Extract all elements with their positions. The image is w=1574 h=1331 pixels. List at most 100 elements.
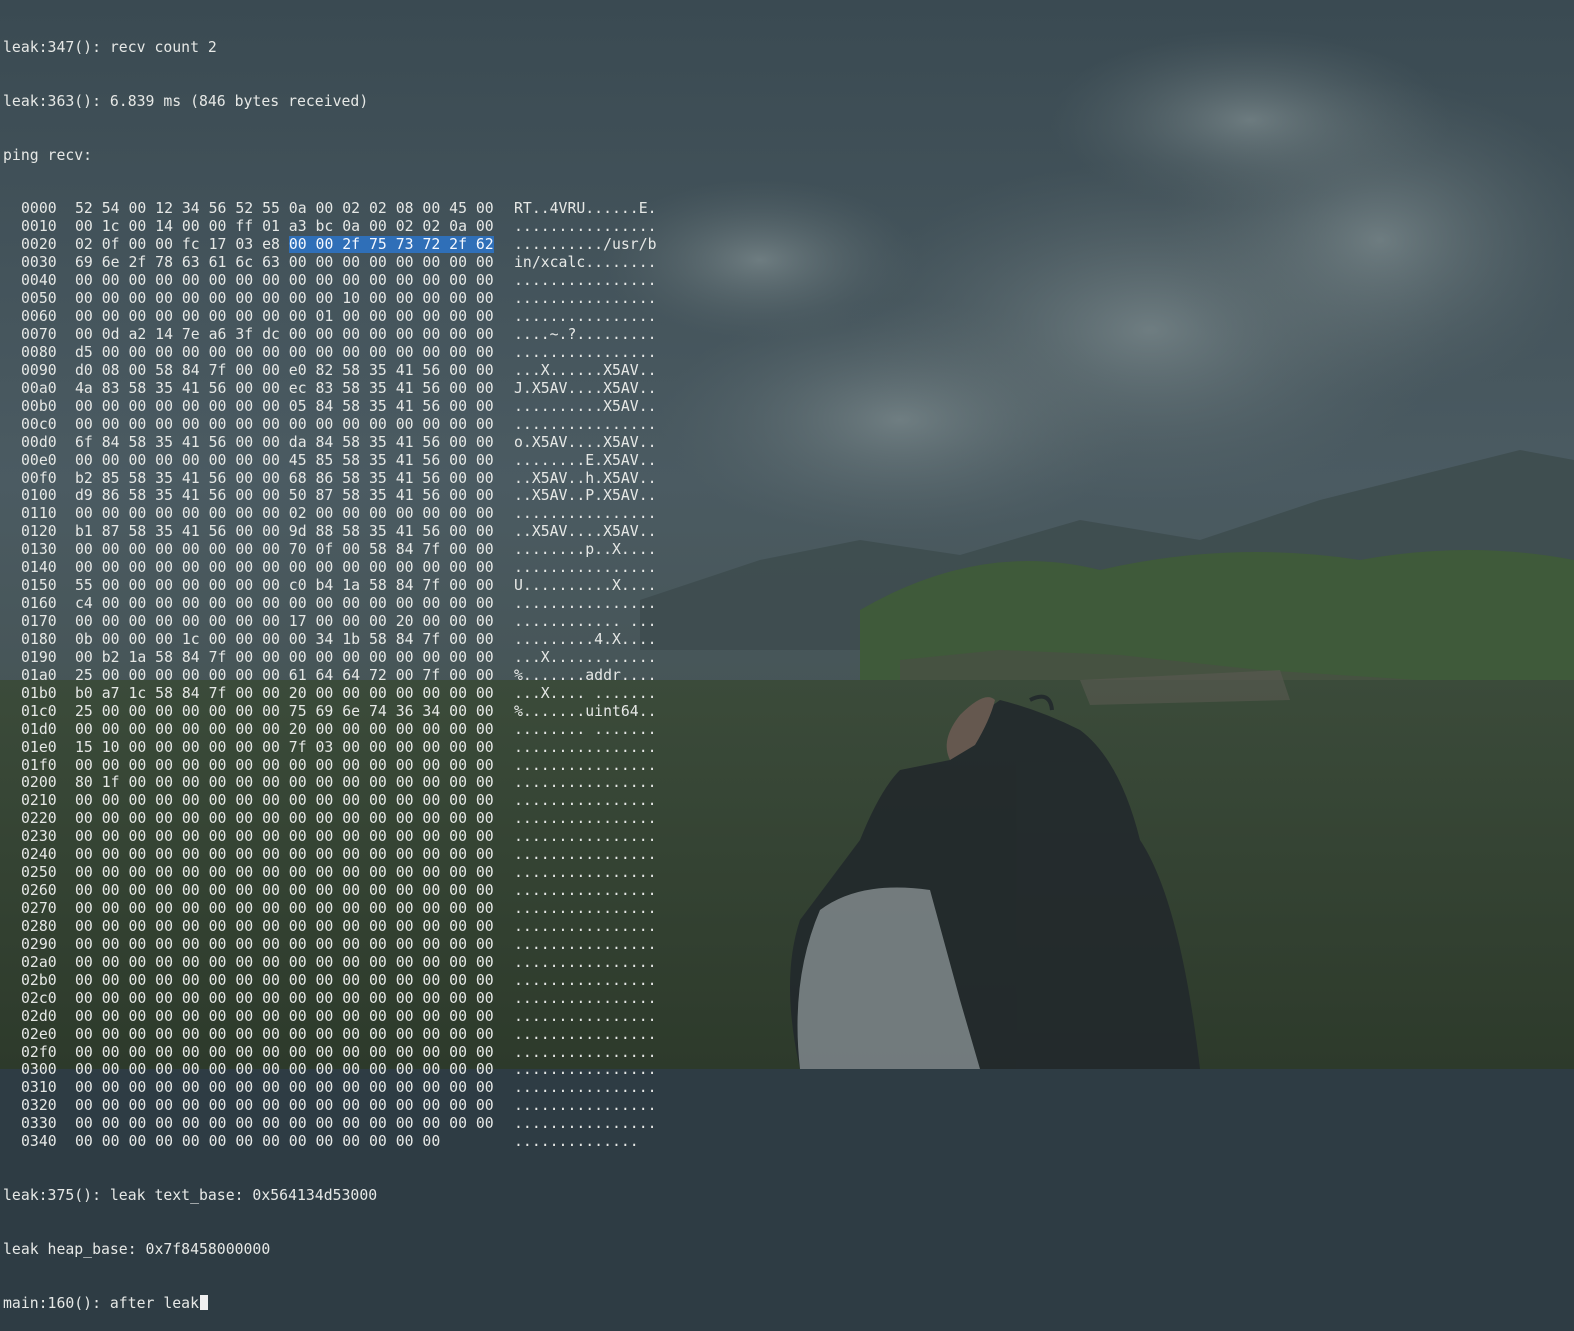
dump-ascii: ................ <box>514 917 657 935</box>
dump-ascii: ................ <box>514 900 657 917</box>
hex-bytes-text: 69 6e 2f 78 63 61 6c 63 00 00 00 00 00 0… <box>75 254 494 272</box>
dump-ascii: ................ <box>514 882 657 900</box>
dump-ascii: ................ <box>514 1043 657 1061</box>
hex-bytes-text: 25 00 00 00 00 00 00 00 61 64 64 72 00 7… <box>75 666 494 684</box>
dump-offset: 0270 <box>21 900 57 917</box>
dump-offset: 0050 <box>21 290 57 308</box>
dump-ascii: ................ <box>514 756 657 774</box>
dump-row: 02f0 00 00 00 00 00 00 00 00 00 00 00 00 … <box>3 1044 1574 1062</box>
dump-ascii: RT..4VRU......E. <box>514 200 657 218</box>
dump-hex-bytes: 4a 83 58 35 41 56 00 00 ec 83 58 35 41 5… <box>75 380 514 398</box>
dump-ascii: ................ <box>514 935 657 953</box>
dump-offset: 0020 <box>21 236 57 254</box>
dump-hex-bytes: 00 00 00 00 00 00 00 00 00 00 00 00 00 0… <box>75 559 514 577</box>
dump-hex-bytes: 00 00 00 00 00 00 00 00 00 00 00 00 00 0… <box>75 864 514 882</box>
dump-hex-bytes: 00 00 00 00 00 00 00 00 70 0f 00 58 84 7… <box>75 541 514 559</box>
dump-row: 0260 00 00 00 00 00 00 00 00 00 00 00 00 … <box>3 882 1574 900</box>
dump-offset: 0320 <box>21 1097 57 1115</box>
dump-hex-bytes: 00 00 00 00 00 00 00 00 05 84 58 35 41 5… <box>75 398 514 416</box>
dump-row: 00c0 00 00 00 00 00 00 00 00 00 00 00 00 … <box>3 416 1574 434</box>
dump-row: 0290 00 00 00 00 00 00 00 00 00 00 00 00 … <box>3 936 1574 954</box>
dump-row: 01b0 b0 a7 1c 58 84 7f 00 00 20 00 00 00 … <box>3 685 1574 703</box>
dump-hex-bytes: 00 00 00 00 00 00 00 00 00 00 00 00 00 0… <box>75 1008 514 1026</box>
dump-hex-bytes: 25 00 00 00 00 00 00 00 61 64 64 72 00 7… <box>75 667 514 685</box>
dump-hex-bytes: 80 1f 00 00 00 00 00 00 00 00 00 00 00 0… <box>75 774 514 792</box>
hex-bytes-text: 00 00 00 00 00 00 00 00 00 00 00 00 00 0… <box>75 1007 494 1025</box>
dump-ascii: ..X5AV..P.X5AV.. <box>514 487 657 505</box>
dump-hex-bytes: 6f 84 58 35 41 56 00 00 da 84 58 35 41 5… <box>75 434 514 452</box>
dump-ascii: ..X5AV..h.X5AV.. <box>514 469 657 487</box>
terminal-output[interactable]: leak:347(): recv count 2 leak:363(): 6.8… <box>0 0 1574 1312</box>
hex-bytes-text: 00 00 00 00 00 00 00 00 00 00 00 00 00 0… <box>75 810 494 828</box>
dump-hex-bytes: 00 00 00 00 00 00 00 00 00 00 00 00 00 0… <box>75 1133 514 1151</box>
dump-hex-bytes: 00 00 00 00 00 00 00 00 00 00 00 00 00 0… <box>75 810 514 828</box>
dump-row: 0240 00 00 00 00 00 00 00 00 00 00 00 00 … <box>3 846 1574 864</box>
dump-ascii: ........E.X5AV.. <box>514 451 657 469</box>
dump-ascii: U..........X.... <box>514 577 657 595</box>
dump-ascii: ................ <box>514 1115 657 1133</box>
dump-offset: 00f0 <box>21 469 57 487</box>
dump-hex-bytes: d0 08 00 58 84 7f 00 00 e0 82 58 35 41 5… <box>75 362 514 380</box>
dump-hex-bytes: 00 b2 1a 58 84 7f 00 00 00 00 00 00 00 0… <box>75 649 514 667</box>
prompt-line[interactable]: main:160(): after leak <box>3 1294 1574 1313</box>
dump-ascii: ........ ....... <box>514 720 657 738</box>
dump-row: 0210 00 00 00 00 00 00 00 00 00 00 00 00 … <box>3 792 1574 810</box>
hex-bytes-text: 00 00 00 00 00 00 00 00 00 00 00 00 00 0… <box>75 1043 494 1061</box>
dump-row: 02d0 00 00 00 00 00 00 00 00 00 00 00 00 … <box>3 1008 1574 1026</box>
dump-offset: 0030 <box>21 254 57 272</box>
dump-hex-bytes: 00 00 00 00 00 00 00 00 00 00 00 00 00 0… <box>75 1026 514 1044</box>
dump-row: 0300 00 00 00 00 00 00 00 00 00 00 00 00 … <box>3 1061 1574 1079</box>
hex-bytes-text: 00 00 00 00 00 00 00 00 20 00 00 00 00 0… <box>75 720 494 738</box>
dump-hex-bytes: 0b 00 00 00 1c 00 00 00 00 34 1b 58 84 7… <box>75 631 514 649</box>
hex-bytes-text: 00 00 00 00 00 00 00 00 00 00 00 00 00 0… <box>75 971 494 989</box>
hex-bytes-text: d9 86 58 35 41 56 00 00 50 87 58 35 41 5… <box>75 487 494 505</box>
dump-offset: 0330 <box>21 1115 57 1133</box>
dump-ascii: ................ <box>514 953 657 971</box>
dump-offset: 0250 <box>21 864 57 882</box>
dump-offset: 0340 <box>21 1133 57 1151</box>
dump-hex-bytes: 00 00 00 00 00 00 00 00 00 00 00 00 00 0… <box>75 972 514 990</box>
dump-ascii: J.X5AV....X5AV.. <box>514 379 657 397</box>
dump-hex-bytes: 00 00 00 00 00 00 00 00 00 00 00 00 00 0… <box>75 846 514 864</box>
dump-offset: 0070 <box>21 326 57 343</box>
selected-hex-bytes[interactable]: 00 00 2f 75 73 72 2f 62 <box>288 236 494 254</box>
dump-row: 0110 00 00 00 00 00 00 00 00 02 00 00 00 … <box>3 505 1574 523</box>
dump-hex-bytes: 00 00 00 00 00 00 00 00 00 00 00 00 00 0… <box>75 954 514 972</box>
dump-ascii: ................ <box>514 272 657 290</box>
hex-bytes-text: 00 1c 00 14 00 00 ff 01 a3 bc 0a 00 02 0… <box>75 218 494 236</box>
dump-hex-bytes: b1 87 58 35 41 56 00 00 9d 88 58 35 41 5… <box>75 523 514 541</box>
dump-ascii: ................ <box>514 1007 657 1025</box>
log-line: leak:347(): recv count 2 <box>3 38 217 56</box>
dump-hex-bytes: d5 00 00 00 00 00 00 00 00 00 00 00 00 0… <box>75 344 514 362</box>
dump-row: 0200 80 1f 00 00 00 00 00 00 00 00 00 00 … <box>3 774 1574 792</box>
dump-row: 0100 d9 86 58 35 41 56 00 00 50 87 58 35 … <box>3 487 1574 505</box>
log-line: leak:363(): 6.839 ms (846 bytes received… <box>3 92 369 110</box>
dump-offset: 0130 <box>21 541 57 559</box>
dump-offset: 0140 <box>21 559 57 577</box>
dump-ascii: ................ <box>514 971 657 989</box>
dump-row: 0250 00 00 00 00 00 00 00 00 00 00 00 00 … <box>3 864 1574 882</box>
dump-offset: 0120 <box>21 523 57 541</box>
dump-offset: 0010 <box>21 218 57 236</box>
log-line: leak:375(): leak text_base: 0x564134d530… <box>3 1187 378 1205</box>
dump-hex-bytes: 00 00 00 00 00 00 00 00 00 00 00 00 00 0… <box>75 757 514 775</box>
hex-bytes-text: 00 b2 1a 58 84 7f 00 00 00 00 00 00 00 0… <box>75 648 494 666</box>
dump-hex-bytes: 00 00 00 00 00 00 00 00 00 00 00 00 00 0… <box>75 936 514 954</box>
dump-hex-bytes: 00 00 00 00 00 00 00 00 00 00 00 00 00 0… <box>75 828 514 846</box>
dump-hex-bytes: 25 00 00 00 00 00 00 00 75 69 6e 74 36 3… <box>75 703 514 721</box>
dump-offset: 0040 <box>21 272 57 290</box>
dump-offset: 0240 <box>21 846 57 864</box>
hex-bytes-text: 15 10 00 00 00 00 00 00 7f 03 00 00 00 0… <box>75 738 494 756</box>
dump-offset: 0090 <box>21 361 57 379</box>
dump-row: 0020 02 0f 00 00 fc 17 03 e8 00 00 2f 75 … <box>3 236 1574 254</box>
dump-ascii: ................ <box>514 864 657 882</box>
dump-ascii: ................ <box>514 415 657 433</box>
hex-bytes-text: 00 00 00 00 00 00 00 00 00 00 00 00 00 0… <box>75 1079 494 1097</box>
dump-offset: 02b0 <box>21 971 57 989</box>
dump-row: 01e0 15 10 00 00 00 00 00 00 7f 03 00 00 … <box>3 739 1574 757</box>
hex-bytes-text: 00 00 00 00 00 00 00 00 05 84 58 35 41 5… <box>75 397 494 415</box>
dump-offset: 00a0 <box>21 379 57 397</box>
dump-row: 0330 00 00 00 00 00 00 00 00 00 00 00 00 … <box>3 1115 1574 1133</box>
hex-bytes-text: b2 85 58 35 41 56 00 00 68 86 58 35 41 5… <box>75 469 494 487</box>
hex-bytes-text: 00 00 00 00 00 00 00 00 02 00 00 00 00 0… <box>75 505 494 523</box>
